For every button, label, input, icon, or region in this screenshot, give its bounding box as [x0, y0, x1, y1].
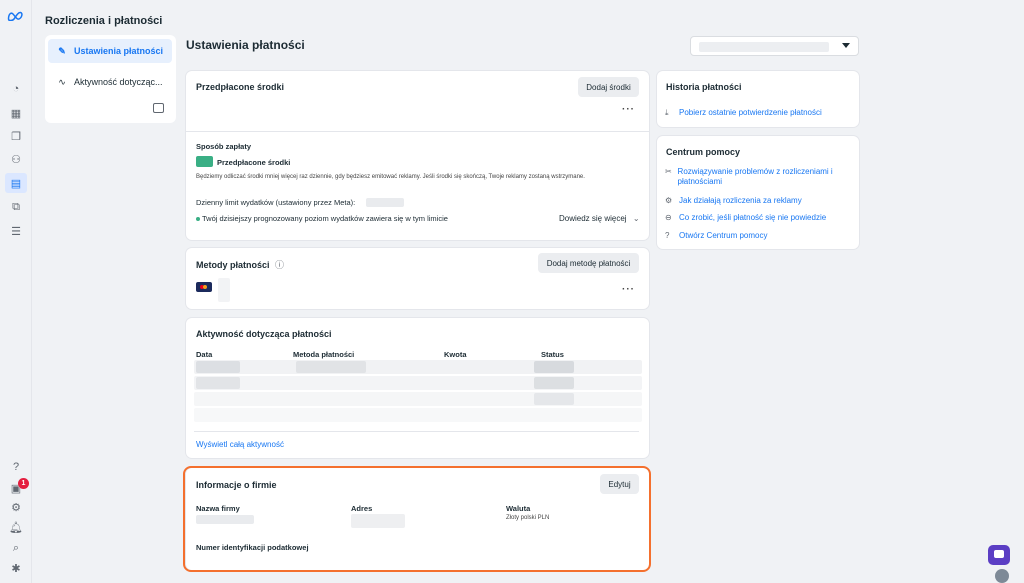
tools-icon: ✂ [665, 167, 672, 176]
nav-item-label: Aktywność dotycząc... [74, 77, 163, 87]
highlight-frame [183, 466, 651, 572]
help-icon: ? [665, 231, 670, 240]
chat-button[interactable] [988, 545, 1010, 565]
table-cell-redacted [196, 361, 240, 373]
gear-icon: ⚙ [665, 196, 673, 205]
add-funds-button[interactable]: Dodaj środki [578, 77, 639, 97]
sidebar-nav: ✎ Ustawienia płatności ∿ Aktywność dotyc… [45, 35, 176, 123]
minus-circle-icon: ⊖ [665, 213, 672, 222]
prepaid-icon [196, 156, 213, 167]
payment-methods-title-text: Metody płatności [196, 260, 270, 270]
nav-item-label: Ustawienia płatności [74, 46, 164, 56]
bug-icon[interactable]: ✱ [9, 561, 23, 575]
status-dot [196, 217, 200, 221]
nav-item-payment-activity[interactable]: ∿ Aktywność dotycząc... [48, 70, 172, 94]
column-header-amount: Kwota [444, 350, 467, 359]
meta-logo[interactable] [7, 11, 25, 21]
activity-icon: ∿ [58, 76, 66, 87]
column-header-status: Status [541, 350, 564, 359]
chevron-down-icon: ⌄ [632, 214, 640, 223]
payment-history-card: Historia płatności ⤓ Pobierz ostatnie po… [657, 71, 859, 127]
table-cell-redacted [534, 393, 574, 405]
learn-more-label: Dowiedz się więcej [559, 214, 627, 223]
mastercard-icon [196, 282, 212, 292]
download-icon: ⤓ [665, 108, 669, 117]
chevron-down-icon [842, 43, 850, 48]
column-header-method: Metoda płatności [293, 350, 355, 359]
help-link-label: Rozwiązywanie problemów z rozliczeniami … [677, 167, 833, 187]
help-center-card: Centrum pomocy ✂ Rozwiązywanie problemów… [657, 136, 859, 249]
chat-icon [994, 550, 1004, 558]
add-payment-method-button[interactable]: Dodaj metodę płatności [538, 253, 639, 273]
view-all-activity-link[interactable]: Wyświetl całą aktywność [196, 440, 284, 449]
table-cell-redacted [534, 361, 574, 373]
more-options-icon[interactable]: ··· [622, 104, 635, 115]
audience-icon[interactable]: ⚇ [9, 152, 23, 166]
prepaid-title: Przedpłacone środki [196, 82, 285, 92]
notification-badge: 1 [18, 478, 29, 489]
download-receipt-link[interactable]: ⤓ Pobierz ostatnie potwierdzenie płatnoś… [665, 108, 822, 118]
nav-item-payment-settings[interactable]: ✎ Ustawienia płatności [48, 39, 172, 63]
table-icon[interactable]: ▦ [9, 106, 23, 120]
bell-icon[interactable]: 🔔︎ [9, 520, 23, 534]
download-receipt-label: Pobierz ostatnie potwierdzenie płatności [679, 108, 822, 117]
help-link-label: Jak działają rozliczenia za reklamy [679, 196, 802, 205]
help-link-open-help-center[interactable]: ? Otwórz Centrum pomocy [665, 231, 767, 240]
pages-icon[interactable]: ❐ [9, 129, 23, 143]
payment-methods-title: Metody płatności ⓘ [196, 258, 284, 271]
left-rail: ◔ ▦ ❐ ⚇ ▤ ⧉ ☰ ? ▣ 1 ⚙ 🔔︎ ⌕ ✱ [0, 0, 32, 583]
prepaid-description: Będziemy odliczać środki mniej więcej ra… [196, 174, 585, 180]
help-center-title: Centrum pomocy [666, 147, 741, 157]
help-link-how-billing-works[interactable]: ⚙ Jak działają rozliczenia za reklamy [665, 196, 802, 205]
dashboard-icon[interactable]: ◔ [9, 82, 23, 96]
learn-more-link[interactable]: Dowiedz się więcej ⌄ [559, 214, 640, 223]
more-options-icon[interactable]: ··· [622, 284, 635, 295]
payment-methods-card: Metody płatności ⓘ Dodaj metodę płatnośc… [186, 248, 649, 309]
card-details-redacted [218, 278, 230, 302]
divider [194, 431, 639, 432]
table-cell-redacted [534, 377, 574, 389]
account-selector[interactable] [690, 36, 859, 56]
pencil-icon: ✎ [58, 45, 66, 56]
table-cell-redacted [196, 377, 240, 389]
method-name: Przedpłacone środki [217, 158, 291, 167]
table-row [194, 408, 642, 422]
globe-icon[interactable] [995, 569, 1009, 583]
help-icon[interactable]: ? [9, 460, 23, 474]
table-cell-redacted [296, 361, 366, 373]
table-row [194, 376, 642, 390]
settings-icon[interactable]: ⚙ [9, 500, 23, 514]
page-title: Rozliczenia i płatności [45, 15, 163, 27]
search-icon[interactable]: ⌕ [9, 541, 23, 555]
menu-icon[interactable]: ☰ [9, 224, 23, 238]
account-name-redacted [699, 42, 829, 52]
divider [186, 131, 649, 132]
payment-activity-title: Aktywność dotycząca płatności [196, 329, 332, 339]
payment-history-title: Historia płatności [666, 82, 742, 92]
forecast-text: Twój dzisiejszy prognozowany poziom wyda… [202, 214, 448, 223]
catalog-icon[interactable]: ⧉ [9, 200, 23, 214]
help-link-troubleshooting[interactable]: ✂ Rozwiązywanie problemów z rozliczeniam… [665, 167, 850, 188]
column-header-date: Data [196, 350, 213, 359]
daily-limit-value-redacted [366, 198, 404, 207]
collapse-sidebar-icon[interactable] [153, 103, 164, 113]
help-link-label: Co zrobić, jeśli płatność się nie powied… [679, 213, 827, 222]
billing-icon[interactable]: ▤ [5, 173, 27, 193]
table-row [194, 392, 642, 406]
payment-method-label: Sposób zapłaty [196, 142, 252, 151]
prepaid-funds-card: Przedpłacone środki Dodaj środki ··· Spo… [186, 71, 649, 240]
table-row [194, 360, 642, 374]
main-title: Ustawienia płatności [186, 38, 305, 52]
help-link-label: Otwórz Centrum pomocy [679, 231, 768, 240]
help-link-payment-failed[interactable]: ⊖ Co zrobić, jeśli płatność się nie powi… [665, 213, 826, 222]
daily-limit-label: Dzienny limit wydatków (ustawiony przez … [196, 198, 356, 207]
payment-activity-card: Aktywność dotycząca płatności Data Metod… [186, 318, 649, 458]
info-icon[interactable]: ⓘ [275, 260, 284, 270]
